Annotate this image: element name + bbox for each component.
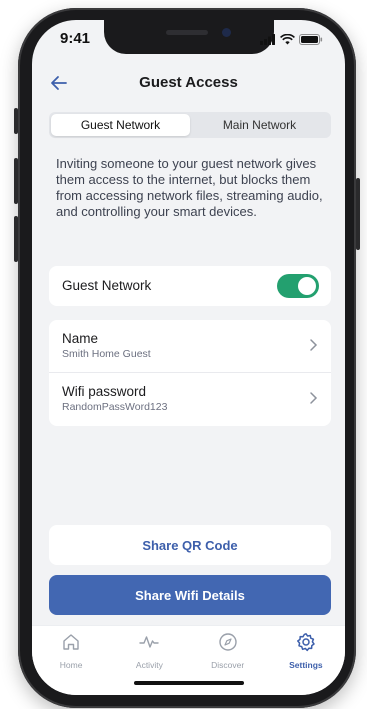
activity-icon [139, 632, 160, 657]
tab-activity[interactable]: Activity [110, 632, 188, 695]
toggle-knob [298, 277, 316, 295]
network-name-label: Name [62, 331, 99, 346]
notch [104, 20, 274, 54]
status-icons [260, 32, 323, 50]
tab-settings[interactable]: Settings [267, 632, 345, 695]
compass-icon [218, 632, 238, 657]
volume-up-button [14, 158, 18, 204]
tab-settings-label: Settings [289, 660, 323, 670]
network-details-card: Name Smith Home Guest Wifi password Rand… [49, 320, 331, 426]
tab-main-network[interactable]: Main Network [190, 114, 329, 136]
wifi-password-value: RandomPassWord123 [62, 401, 168, 413]
wifi-password-label: Wifi password [62, 384, 147, 399]
home-indicator [134, 681, 244, 685]
chevron-right-icon [308, 338, 318, 352]
wifi-password-row[interactable]: Wifi password RandomPassWord123 [49, 373, 331, 425]
guest-network-label: Guest Network [62, 278, 152, 293]
share-qr-code-button[interactable]: Share QR Code [49, 525, 331, 565]
tab-guest-network[interactable]: Guest Network [51, 114, 190, 136]
tab-home[interactable]: Home [32, 632, 110, 695]
battery-icon [299, 32, 323, 50]
speaker [166, 30, 208, 35]
camera [222, 28, 231, 37]
guest-network-toggle[interactable] [277, 274, 319, 298]
tab-home-label: Home [59, 660, 83, 670]
network-segmented-control: Guest Network Main Network [49, 112, 331, 138]
status-time: 9:41 [60, 30, 91, 47]
silent-switch [14, 108, 18, 134]
gear-icon [296, 632, 316, 657]
share-wifi-details-button[interactable]: Share Wifi Details [49, 575, 331, 615]
power-button [356, 178, 360, 250]
app-screen: 9:41 Guest Access Guest Network Main Net… [32, 20, 345, 695]
tab-discover-label: Discover [211, 660, 245, 670]
tab-activity-label: Activity [135, 660, 163, 670]
volume-down-button [14, 216, 18, 262]
page-title: Guest Access [139, 74, 238, 91]
guest-network-toggle-card: Guest Network [49, 266, 331, 306]
home-icon [61, 632, 81, 657]
network-name-row[interactable]: Name Smith Home Guest [49, 320, 331, 372]
guest-network-description: Inviting someone to your guest network g… [56, 156, 323, 219]
network-name-value: Smith Home Guest [62, 348, 151, 360]
tab-discover[interactable]: Discover [189, 632, 267, 695]
chevron-right-icon [308, 391, 318, 405]
wifi-icon [280, 32, 295, 50]
signal-icon [260, 32, 276, 50]
